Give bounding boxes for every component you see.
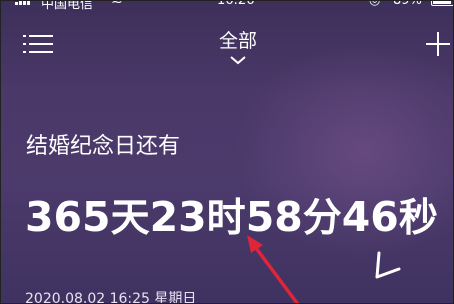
- handwritten-l-mark: [375, 251, 401, 279]
- carrier-label: 中国电信: [41, 0, 94, 12]
- signal-icon: [15, 1, 30, 5]
- status-time: 16:26: [217, 0, 255, 8]
- wifi-icon: ≋: [111, 0, 123, 8]
- countdown-days-unit: 天: [110, 196, 150, 241]
- app-screen: 中国电信 ≋ 16:26 ◎ 89% 全部 结婚纪念日还有 365 天 23 时…: [0, 0, 454, 304]
- battery-percent: 89%: [393, 0, 422, 8]
- battery-icon: [431, 1, 453, 6]
- countdown-seconds: 46: [341, 193, 399, 241]
- countdown-hours-unit: 时: [206, 196, 246, 241]
- hamburger-menu-icon[interactable]: [23, 34, 53, 54]
- plus-icon[interactable]: [425, 31, 451, 57]
- status-bar: 中国电信 ≋ 16:26 ◎ 89%: [1, 0, 453, 12]
- red-arrow-annotation: [247, 235, 299, 303]
- event-title: 结婚纪念日还有: [26, 134, 181, 159]
- countdown-minutes: 58: [245, 193, 303, 241]
- category-filter-label: 全部: [218, 30, 257, 52]
- countdown-hours: 23: [149, 193, 207, 241]
- countdown-seconds-unit: 秒: [398, 196, 438, 241]
- event-date: 2020.08.02 16:25 星期日: [25, 291, 197, 304]
- chevron-down-icon: [230, 56, 246, 65]
- alarm-icon: ◎: [369, 0, 381, 8]
- countdown-display: 365 天 23 时 58 分 46 秒: [25, 187, 438, 243]
- category-filter-dropdown[interactable]: 全部: [213, 29, 263, 65]
- countdown-minutes-unit: 分: [302, 196, 342, 241]
- countdown-days: 365: [25, 193, 111, 241]
